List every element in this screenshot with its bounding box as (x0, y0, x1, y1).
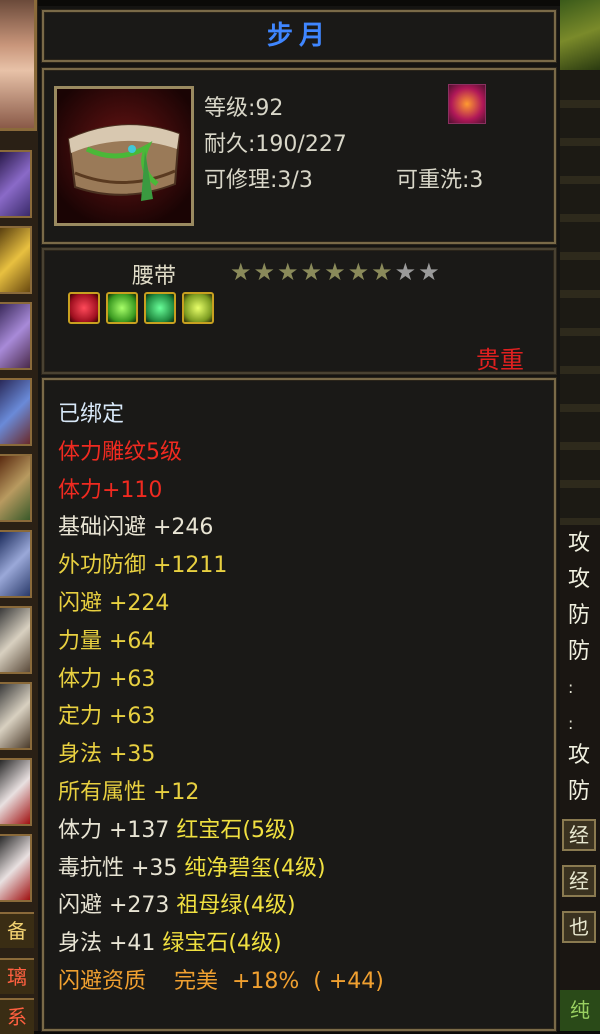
attr-line: 身法 +35 (58, 742, 156, 768)
star-filled-icon: ★ (300, 258, 323, 286)
exp-button[interactable]: 经 (562, 865, 596, 897)
stats-rows (560, 70, 600, 525)
side-tab-label[interactable]: 璃 (0, 958, 34, 994)
stat-char: 攻 (568, 567, 591, 592)
bound-status: 已绑定 (58, 402, 125, 427)
equip-slot[interactable] (0, 758, 32, 826)
item-name: 步月 (266, 21, 331, 51)
equip-slot[interactable] (0, 530, 32, 598)
attr-line: 所有属性 +12 (58, 779, 200, 805)
star-empty-icon: ★ (394, 258, 417, 286)
item-level: 等级:92 (204, 96, 284, 121)
equip-slot[interactable] (0, 226, 32, 294)
item-rewashable: 可重洗:3 (396, 168, 484, 193)
rune-icon[interactable] (448, 84, 486, 124)
stat-char: 防 (568, 639, 591, 664)
item-info-box: 等级:92 耐久:190/227 可修理:3/3 可重洗:3 (42, 68, 556, 244)
item-type-box: 腰带 ★ ★ ★ ★ ★ ★ ★ ★ ★ 贵重 (42, 248, 556, 374)
star-filled-icon: ★ (347, 258, 370, 286)
stat-char: 攻 (568, 743, 591, 768)
attr-line: 闪避 +224 (58, 590, 170, 616)
engraving-attr: 体力雕纹5级 (58, 439, 182, 465)
gem-name: 红宝石(5级) (176, 817, 296, 843)
side-button[interactable]: 也 (562, 911, 596, 943)
attribute-box: 已绑定 体力雕纹5级 体力+110 基础闪避 +246 外功防御 +1211 闪… (42, 378, 556, 1031)
star-filled-icon: ★ (371, 258, 393, 286)
tourmaline-gem-icon (106, 292, 138, 324)
attr-line: 力量 +64 (58, 628, 156, 654)
gem-name: 绿宝石(4级) (162, 931, 282, 957)
item-tooltip: 步月 等级:92 耐久:190/227 可修理:3/3 可重洗:3 腰带 ★ ★… (38, 6, 560, 1031)
equip-slot[interactable] (0, 302, 32, 370)
stat-char: : (568, 678, 574, 697)
attribute-list: 已绑定 体力雕纹5级 体力+110 基础闪避 +246 外功防御 +1211 闪… (58, 396, 384, 1001)
gem-attr-line: 毒抗性 +35 纯净碧玺(4级) (58, 850, 384, 888)
engraving-bonus: 体力+110 (58, 477, 163, 503)
ruby-gem-icon (68, 292, 100, 324)
item-durability: 耐久:190/227 (204, 132, 347, 157)
gem-attr-line: 身法 +41 绿宝石(4级) (58, 925, 384, 963)
item-repairable: 可修理:3/3 (204, 168, 313, 193)
gem-attr-line: 闪避 +273 祖母绿(4级) (58, 887, 384, 925)
exp-button[interactable]: 经 (562, 819, 596, 851)
attr-line: 定力 +63 (58, 704, 156, 730)
emerald-gem-icon (144, 292, 176, 324)
attr-line: 体力 +63 (58, 666, 156, 692)
star-filled-icon: ★ (277, 258, 299, 286)
aptitude-line: 闪避资质 完美 +18% ( +44) (58, 968, 384, 994)
stat-char: : (568, 714, 574, 733)
equip-slot[interactable] (0, 150, 32, 218)
stat-char: 防 (568, 779, 591, 804)
star-filled-icon: ★ (253, 258, 276, 286)
star-empty-icon: ★ (418, 258, 440, 286)
stat-char: 攻 (568, 531, 591, 556)
side-bottom-label: 纯 (560, 990, 600, 1031)
star-rating: ★ ★ ★ ★ ★ ★ ★ ★ ★ (230, 260, 440, 284)
equip-slot[interactable] (0, 682, 32, 750)
item-quality: 贵重 (476, 346, 524, 374)
green-gem-icon (182, 292, 214, 324)
item-icon (54, 86, 194, 226)
gem-stat: 身法 +41 (58, 931, 156, 957)
equip-slot[interactable] (0, 606, 32, 674)
attr-line: 外功防御 +1211 (58, 553, 228, 579)
belt-icon (57, 89, 191, 223)
stats-labels: 攻 攻 防 防 : : 攻 防 经 经 也 (560, 525, 600, 1031)
stat-char: 防 (568, 603, 591, 628)
gem-name: 祖母绿(4级) (176, 893, 296, 919)
background-scenery (560, 0, 600, 70)
base-attr: 基础闪避 +246 (58, 515, 214, 541)
equip-slot[interactable] (0, 834, 32, 902)
star-filled-icon: ★ (230, 258, 252, 286)
gem-stat: 闪避 +273 (58, 893, 170, 919)
character-portrait[interactable] (0, 0, 37, 131)
star-filled-icon: ★ (324, 258, 346, 286)
equip-slot[interactable] (0, 454, 32, 522)
left-character-panel: 备 璃 系 (0, 0, 38, 1034)
item-type: 腰带 (132, 264, 177, 289)
equip-slot[interactable] (0, 378, 32, 446)
side-tab-label[interactable]: 系 (0, 998, 34, 1034)
side-tab-label[interactable]: 备 (0, 912, 34, 948)
gem-slots (68, 292, 214, 324)
title-bar: 步月 (42, 10, 556, 62)
gem-stat: 毒抗性 +35 (58, 855, 178, 881)
right-stats-panel: 攻 攻 防 防 : : 攻 防 经 经 也 纯 (560, 0, 600, 1031)
gem-attr-line: 体力 +137 红宝石(5级) (58, 812, 384, 850)
gem-stat: 体力 +137 (58, 817, 170, 843)
gem-name: 纯净碧玺(4级) (184, 855, 326, 881)
